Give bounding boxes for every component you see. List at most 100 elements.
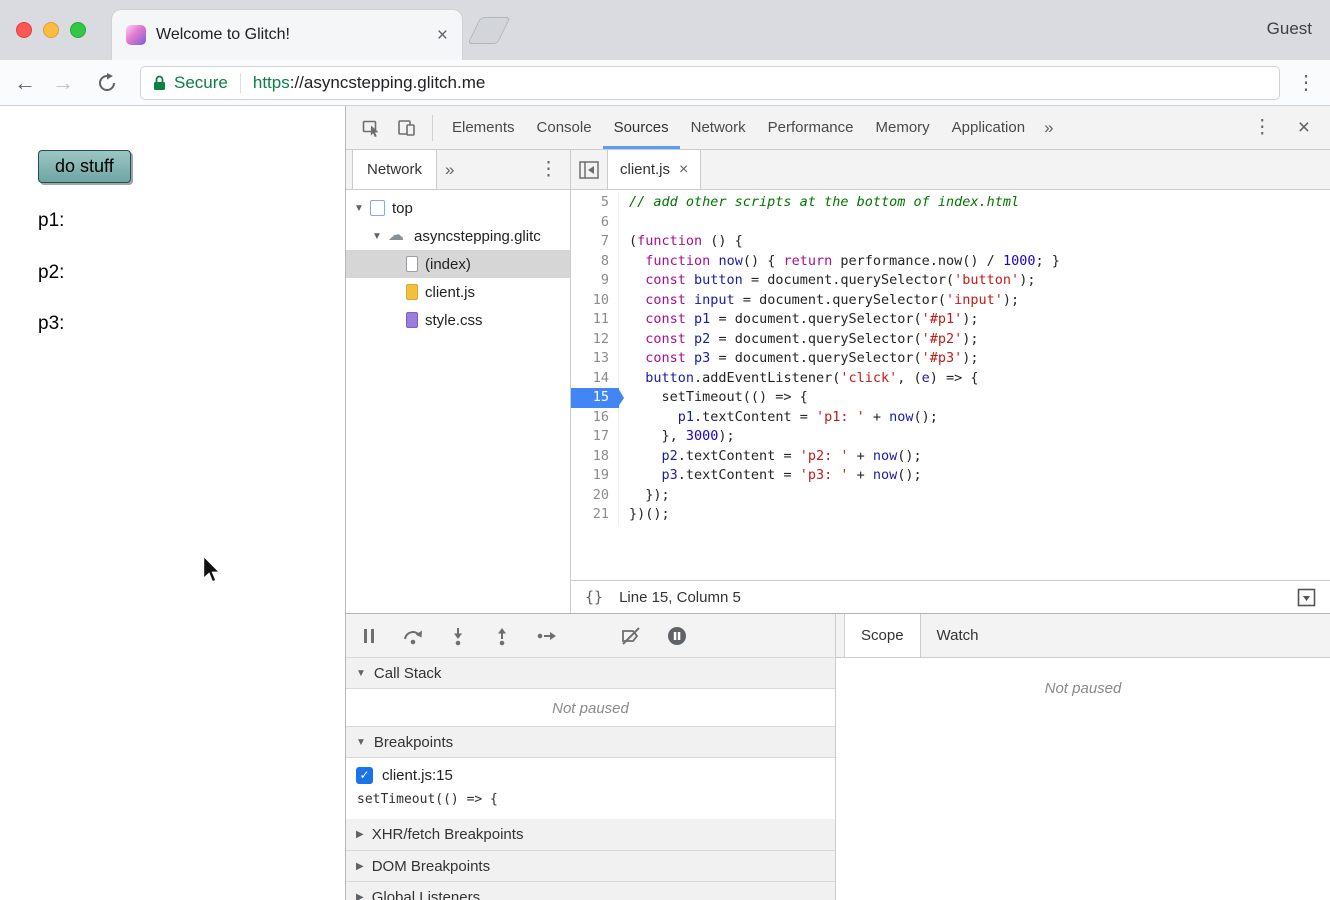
step-over-icon[interactable] xyxy=(402,626,424,646)
code-text[interactable]: })(); xyxy=(619,505,670,525)
step-out-icon[interactable] xyxy=(492,626,512,646)
section-breakpoints[interactable]: ▼ Breakpoints xyxy=(346,726,835,758)
section-title: Call Stack xyxy=(374,665,442,682)
line-number[interactable]: 16 xyxy=(571,408,619,428)
devtools-close-icon[interactable]: × xyxy=(1298,117,1310,138)
line-number[interactable]: 6 xyxy=(571,213,619,233)
editor-tab-clientjs[interactable]: client.js × xyxy=(607,150,701,189)
code-line-5: 5// add other scripts at the bottom of i… xyxy=(571,193,1330,213)
line-number[interactable]: 19 xyxy=(571,466,619,486)
line-number[interactable]: 9 xyxy=(571,271,619,291)
more-tabs-icon[interactable]: » xyxy=(1036,118,1061,138)
code-text[interactable]: setTimeout(() => { xyxy=(619,388,808,408)
devtools-tab-network[interactable]: Network xyxy=(680,106,757,149)
inspect-element-icon[interactable] xyxy=(354,117,389,138)
tree-item-style-css[interactable]: style.css xyxy=(346,306,570,334)
breakpoint-code-preview[interactable]: setTimeout(() => { xyxy=(346,792,835,819)
step-into-icon[interactable] xyxy=(448,626,468,646)
zoom-window-button[interactable] xyxy=(70,22,86,38)
devtools-tab-elements[interactable]: Elements xyxy=(441,106,526,149)
toolbar-separator xyxy=(432,115,433,141)
pretty-print-icon[interactable]: {} xyxy=(585,588,603,606)
tree-item-client-js[interactable]: client.js xyxy=(346,278,570,306)
tab-network[interactable]: Network xyxy=(352,150,437,189)
editor-tab-close-icon[interactable]: × xyxy=(679,162,688,178)
code-text[interactable]: (function () { xyxy=(619,232,743,252)
tree-item-top[interactable]: ▼top xyxy=(346,194,570,222)
devtools-tab-sources[interactable]: Sources xyxy=(603,106,680,149)
tab-watch[interactable]: Watch xyxy=(921,627,995,644)
section-global-listeners[interactable]: ▶Global Listeners xyxy=(346,881,835,900)
expand-icon[interactable] xyxy=(1297,588,1316,607)
tab-close-icon[interactable]: × xyxy=(437,26,448,45)
devtools-tab-memory[interactable]: Memory xyxy=(865,106,941,149)
page-content: do stuff p1: p2: p3: xyxy=(0,106,345,900)
section-xhr-fetch-breakpoints[interactable]: ▶XHR/fetch Breakpoints xyxy=(346,819,835,851)
reload-icon[interactable] xyxy=(90,73,124,93)
line-number[interactable]: 5 xyxy=(571,193,619,213)
tree-item-asyncstepping-glitc[interactable]: ▼☁asyncstepping.glitc xyxy=(346,222,570,250)
do-stuff-button[interactable]: do stuff xyxy=(38,150,131,183)
code-text[interactable]: p3.textContent = 'p3: ' + now(); xyxy=(619,466,922,486)
code-text[interactable]: // add other scripts at the bottom of in… xyxy=(619,193,1019,213)
code-text[interactable]: p1.textContent = 'p1: ' + now(); xyxy=(619,408,938,428)
code-text[interactable]: const button = document.querySelector('b… xyxy=(619,271,1035,291)
browser-tab[interactable]: Welcome to Glitch! × xyxy=(112,10,462,60)
minimize-window-button[interactable] xyxy=(43,22,59,38)
line-number[interactable]: 14 xyxy=(571,369,619,389)
pause-on-exceptions-icon[interactable] xyxy=(666,625,688,647)
device-toolbar-icon[interactable] xyxy=(389,117,424,138)
line-number[interactable]: 17 xyxy=(571,427,619,447)
hide-navigator-icon[interactable] xyxy=(571,160,607,180)
code-text[interactable]: button.addEventListener('click', (e) => … xyxy=(619,369,979,389)
navigator-menu-icon[interactable]: ⋮ xyxy=(539,158,570,181)
code-text[interactable]: const p3 = document.querySelector('#p3')… xyxy=(619,349,979,369)
code-text[interactable]: }); xyxy=(619,486,670,506)
address-bar[interactable]: Secure https://asyncstepping.glitch.me xyxy=(140,66,1280,100)
code-text[interactable]: const p1 = document.querySelector('#p1')… xyxy=(619,310,979,330)
back-icon[interactable]: ← xyxy=(14,72,36,94)
section-dom-breakpoints[interactable]: ▶DOM Breakpoints xyxy=(346,850,835,882)
chevron-right-icon: ▶ xyxy=(356,892,364,900)
tab-scope[interactable]: Scope xyxy=(844,614,921,657)
breakpoint-entry[interactable]: ✓ client.js:15 xyxy=(346,758,835,792)
line-number[interactable]: 11 xyxy=(571,310,619,330)
devtools-tab-performance[interactable]: Performance xyxy=(757,106,865,149)
tab-title: Welcome to Glitch! xyxy=(156,26,427,44)
line-number[interactable]: 18 xyxy=(571,447,619,467)
code-text[interactable]: const input = document.querySelector('in… xyxy=(619,291,1019,311)
code-text[interactable]: p2.textContent = 'p2: ' + now(); xyxy=(619,447,922,467)
checkbox-checked-icon[interactable]: ✓ xyxy=(356,767,373,784)
close-window-button[interactable] xyxy=(16,22,32,38)
new-tab-button[interactable] xyxy=(467,17,510,44)
devtools-tab-console[interactable]: Console xyxy=(526,106,603,149)
disclosure-triangle-icon[interactable]: ▼ xyxy=(354,203,370,214)
code-text[interactable]: function now() { return performance.now(… xyxy=(619,252,1060,272)
line-number[interactable]: 12 xyxy=(571,330,619,350)
pause-icon[interactable] xyxy=(360,626,378,646)
devtools-panel: ElementsConsoleSourcesNetworkPerformance… xyxy=(345,106,1330,900)
line-number[interactable]: 10 xyxy=(571,291,619,311)
line-number[interactable]: 20 xyxy=(571,486,619,506)
code-text[interactable] xyxy=(619,213,629,233)
disclosure-triangle-icon[interactable]: ▼ xyxy=(372,231,388,242)
code-line-17: 17 }, 3000); xyxy=(571,427,1330,447)
browser-menu-icon[interactable]: ⋮ xyxy=(1296,70,1316,95)
line-number[interactable]: 13 xyxy=(571,349,619,369)
line-number[interactable]: 8 xyxy=(571,252,619,272)
step-icon[interactable] xyxy=(536,626,558,646)
scope-pane: Scope Watch Not paused xyxy=(836,614,1330,900)
tree-item--index-[interactable]: (index) xyxy=(346,250,570,278)
section-call-stack[interactable]: ▼ Call Stack xyxy=(346,657,835,689)
code-text[interactable]: }, 3000); xyxy=(619,427,735,447)
devtools-tab-application[interactable]: Application xyxy=(941,106,1036,149)
breakpoint-marker[interactable]: 15 xyxy=(571,388,619,408)
navigator-more-tabs-icon[interactable]: » xyxy=(437,160,462,180)
devtools-menu-icon[interactable]: ⋮ xyxy=(1253,116,1272,139)
forward-icon[interactable]: → xyxy=(52,72,74,94)
line-number[interactable]: 7 xyxy=(571,232,619,252)
code-text[interactable]: const p2 = document.querySelector('#p2')… xyxy=(619,330,979,350)
code-editor[interactable]: 5// add other scripts at the bottom of i… xyxy=(571,190,1330,580)
deactivate-breakpoints-icon[interactable] xyxy=(620,626,642,646)
line-number[interactable]: 21 xyxy=(571,505,619,525)
